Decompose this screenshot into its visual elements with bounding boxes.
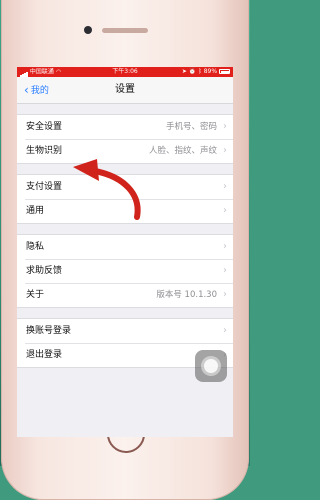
settings-row-feedback[interactable]: 求助反馈 › [17,259,233,283]
alarm-icon: ⏰ [188,68,197,75]
settings-row-biometrics[interactable]: 生物识别 人脸、指纹、声纹 › [17,139,233,163]
row-label: 生物识别 [26,146,63,156]
row-label: 退出登录 [26,350,63,360]
chevron-right-icon: › [223,289,227,300]
settings-group-payment: 支付设置 › 通用 › [17,174,233,224]
row-label: 通用 [26,206,45,216]
settings-row-general[interactable]: 通用 › [17,199,233,223]
row-label: 关于 [26,290,45,300]
battery-icon [219,69,230,74]
row-label: 换账号登录 [26,326,72,336]
settings-row-switch-account[interactable]: 换账号登录 › [17,319,233,343]
row-value: 人脸、指纹、声纹 [148,146,217,156]
battery-percent: 89% [203,68,218,75]
settings-row-payment[interactable]: 支付设置 › [17,175,233,199]
settings-row-about[interactable]: 关于 版本号 10.1.30 › [17,283,233,307]
phone-screen: 中国联通 ◠ 下午3:06 ➤ ⏰ ᛒ 89% ‹ 我的 设置 安全设置 手机号、… [17,67,233,437]
bluetooth-icon: ᛒ [198,68,202,75]
location-icon: ➤ [181,68,187,75]
navigation-bar: ‹ 我的 设置 [17,77,233,104]
row-value: 手机号、密码 [165,122,217,132]
row-label: 求助反馈 [26,266,63,276]
status-right: ➤ ⏰ ᛒ 89% [182,67,230,77]
chevron-right-icon: › [223,205,227,216]
status-bar: 中国联通 ◠ 下午3:06 ➤ ⏰ ᛒ 89% [17,67,233,77]
row-value: 版本号 10.1.30 [156,290,217,300]
front-camera [84,26,92,34]
chevron-right-icon: › [223,241,227,252]
chevron-right-icon: › [223,121,227,132]
settings-group-privacy: 隐私 › 求助反馈 › 关于 版本号 10.1.30 › [17,234,233,308]
earpiece-speaker [102,28,148,33]
chevron-right-icon: › [223,325,227,336]
chevron-right-icon: › [223,265,227,276]
chevron-right-icon: › [223,181,227,192]
chevron-right-icon: › [223,145,227,156]
row-label: 支付设置 [26,182,63,192]
page-title: 设置 [115,84,135,95]
row-label: 隐私 [26,242,45,252]
settings-row-security[interactable]: 安全设置 手机号、密码 › [17,115,233,139]
row-label: 安全设置 [26,122,63,132]
settings-group-account: 安全设置 手机号、密码 › 生物识别 人脸、指纹、声纹 › [17,114,233,164]
assistive-touch-icon[interactable] [195,350,227,382]
settings-row-privacy[interactable]: 隐私 › [17,235,233,259]
